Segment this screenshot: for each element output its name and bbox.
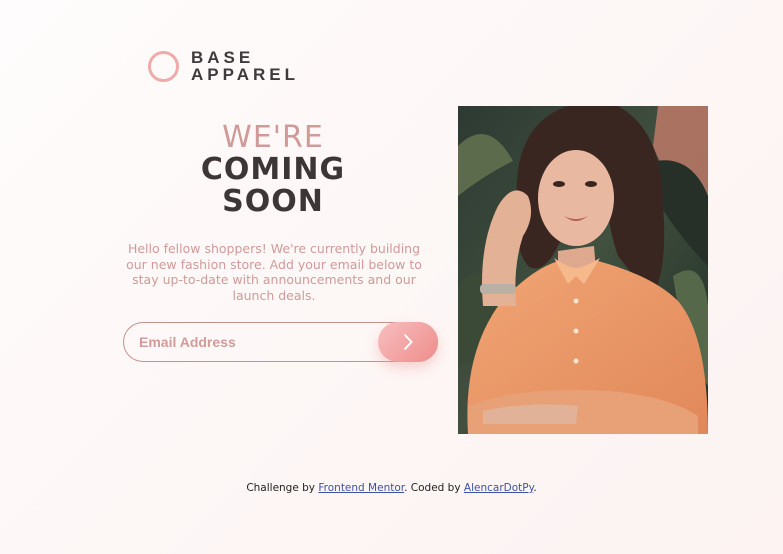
footer-prefix: Challenge by [246,482,319,494]
logo: BASE APPAREL [148,49,299,83]
intro-description: Hello fellow shoppers! We're currently b… [126,241,422,303]
headline-coming: COMING [200,152,346,187]
logo-line-1: BASE [191,48,255,67]
hero-photo [458,106,708,434]
email-signup-form [123,322,438,362]
logo-text: BASE APPAREL [191,49,299,83]
footer-attribution: Challenge by Frontend Mentor. Coded by A… [0,482,783,494]
logo-line-2: APPAREL [191,65,299,84]
headline-soon: SOON [222,184,324,219]
author-link[interactable]: AlencarDotPy [464,482,533,494]
frontend-mentor-link[interactable]: Frontend Mentor [318,482,404,494]
page-headline: WE'RE COMING SOON [158,122,388,218]
footer-middle: . Coded by [404,482,464,494]
hero-image [458,106,708,434]
submit-button[interactable] [378,322,438,362]
logo-ring-icon [148,50,179,82]
headline-light: WE'RE [222,120,324,155]
footer-suffix: . [533,482,537,494]
chevron-right-icon [403,333,413,351]
